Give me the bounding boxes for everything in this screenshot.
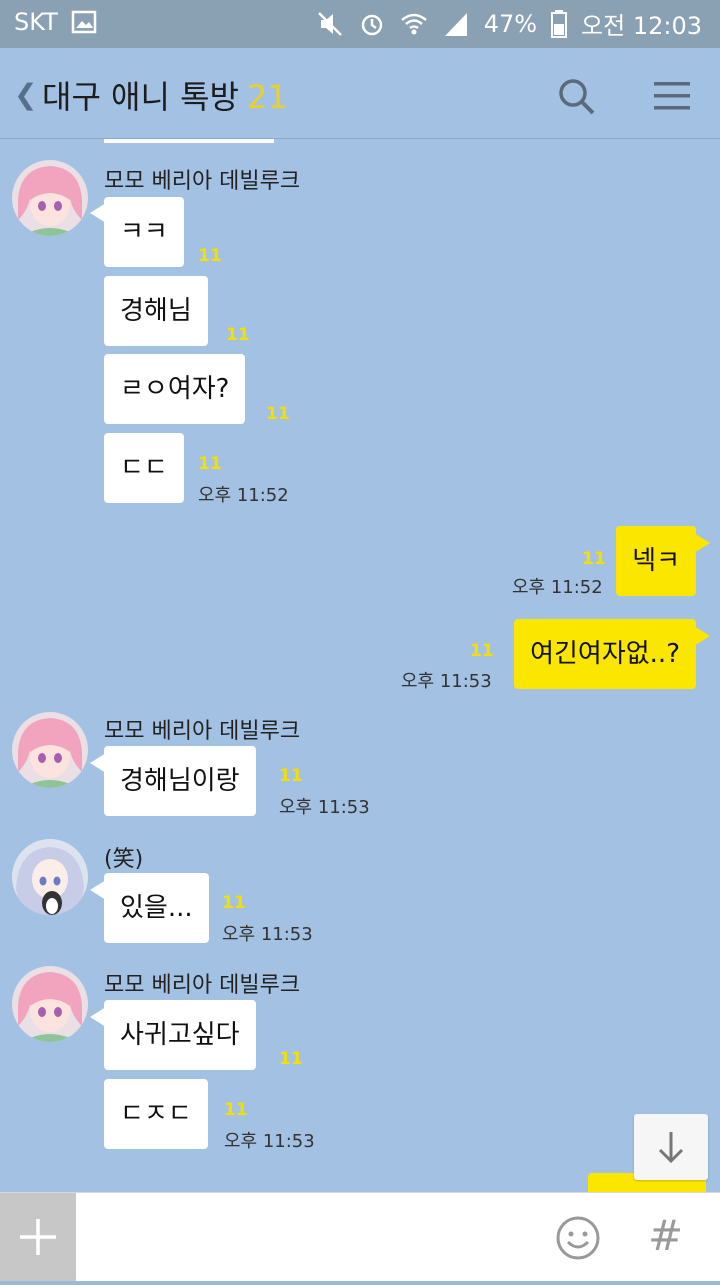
message-time: 오후 11:53 bbox=[222, 924, 313, 945]
sender-name: (笑) bbox=[104, 847, 144, 872]
my-message-bubble[interactable]: 여긴여자없..? bbox=[514, 619, 696, 689]
alarm-icon bbox=[361, 14, 382, 35]
message-time: 오후 11:52 bbox=[512, 577, 603, 598]
previous-message-edge bbox=[104, 139, 274, 143]
bubble-tail bbox=[694, 626, 710, 646]
signal-icon bbox=[444, 12, 467, 36]
hamburger-menu-icon[interactable] bbox=[652, 78, 692, 114]
arrow-down-icon bbox=[658, 1132, 684, 1164]
unread-count: 11 bbox=[279, 1049, 303, 1069]
message-bubble[interactable]: 경해님이랑 bbox=[104, 746, 256, 816]
unread-count: 11 bbox=[582, 549, 606, 569]
attach-plus-button[interactable] bbox=[0, 1193, 76, 1281]
unread-count: 11 bbox=[226, 325, 250, 345]
carrier-label: SKT bbox=[14, 8, 58, 36]
message-bubble[interactable]: ㄹㅇ여자? bbox=[104, 354, 246, 424]
mute-icon bbox=[317, 11, 342, 36]
message-input[interactable] bbox=[90, 1211, 534, 1265]
scroll-to-bottom-button[interactable] bbox=[634, 1114, 708, 1180]
search-icon[interactable] bbox=[556, 76, 596, 116]
message-bubble[interactable]: 경해님 bbox=[104, 276, 208, 346]
unread-count: 11 bbox=[470, 641, 494, 661]
status-bar: SKT 47% 오전 12:03 bbox=[0, 0, 720, 48]
sender-name: 모모 베리아 데빌루크 bbox=[104, 719, 301, 744]
message-time: 오후 11:52 bbox=[198, 485, 289, 506]
chat-area[interactable]: 모모 베리아 데빌루크 ㅋㅋ 11 경해님 11 ㄹㅇ여자? 11 ㄷㄷ 11 … bbox=[0, 139, 720, 1192]
hash-icon[interactable]: # bbox=[648, 1211, 683, 1260]
avatar-momo-icon[interactable] bbox=[12, 160, 88, 236]
gallery-notification-icon bbox=[71, 10, 97, 34]
unread-count: 11 bbox=[224, 1100, 248, 1120]
chat-room-name: 대구 애니 톡방 bbox=[42, 78, 239, 116]
battery-icon bbox=[551, 9, 568, 38]
unread-count: 11 bbox=[279, 766, 303, 786]
avatar-laugh-icon[interactable] bbox=[12, 839, 88, 915]
sender-name: 모모 베리아 데빌루크 bbox=[104, 973, 301, 998]
avatar-momo-icon[interactable] bbox=[12, 712, 88, 788]
chat-title: 대구 애니 톡방 21 bbox=[42, 72, 288, 118]
plus-icon bbox=[20, 1219, 56, 1255]
chat-header: ❮ 대구 애니 톡방 21 bbox=[0, 48, 720, 139]
unread-count: 11 bbox=[198, 246, 222, 266]
wifi-icon bbox=[400, 13, 427, 34]
message-time: 오후 11:53 bbox=[279, 797, 370, 818]
battery-percent: 47% bbox=[483, 9, 538, 38]
member-count: 21 bbox=[246, 78, 288, 116]
avatar-momo-icon[interactable] bbox=[12, 966, 88, 1042]
message-time: 오후 11:53 bbox=[224, 1131, 315, 1152]
message-bubble[interactable]: ㄷㅈㄷ bbox=[104, 1079, 208, 1149]
message-bubble[interactable]: ㅋㅋ bbox=[104, 197, 184, 267]
unread-count: 11 bbox=[198, 454, 222, 474]
message-bubble[interactable]: ㄷㄷ bbox=[104, 433, 184, 503]
back-chevron-icon[interactable]: ❮ bbox=[14, 78, 37, 111]
message-time: 오후 11:53 bbox=[401, 671, 492, 692]
unread-count: 11 bbox=[222, 893, 246, 913]
my-message-bubble[interactable]: 넥ㅋ bbox=[616, 526, 696, 596]
bubble-tail bbox=[694, 533, 710, 553]
message-bubble[interactable]: 사귀고싶다 bbox=[104, 1000, 256, 1070]
message-bubble[interactable]: 있을... bbox=[104, 873, 209, 943]
unread-count: 11 bbox=[266, 404, 290, 424]
status-time: 오전 12:03 bbox=[581, 12, 702, 40]
emoji-icon[interactable] bbox=[555, 1215, 601, 1261]
sender-name: 모모 베리아 데빌루크 bbox=[104, 169, 301, 194]
message-input-bar: # bbox=[0, 1192, 720, 1281]
